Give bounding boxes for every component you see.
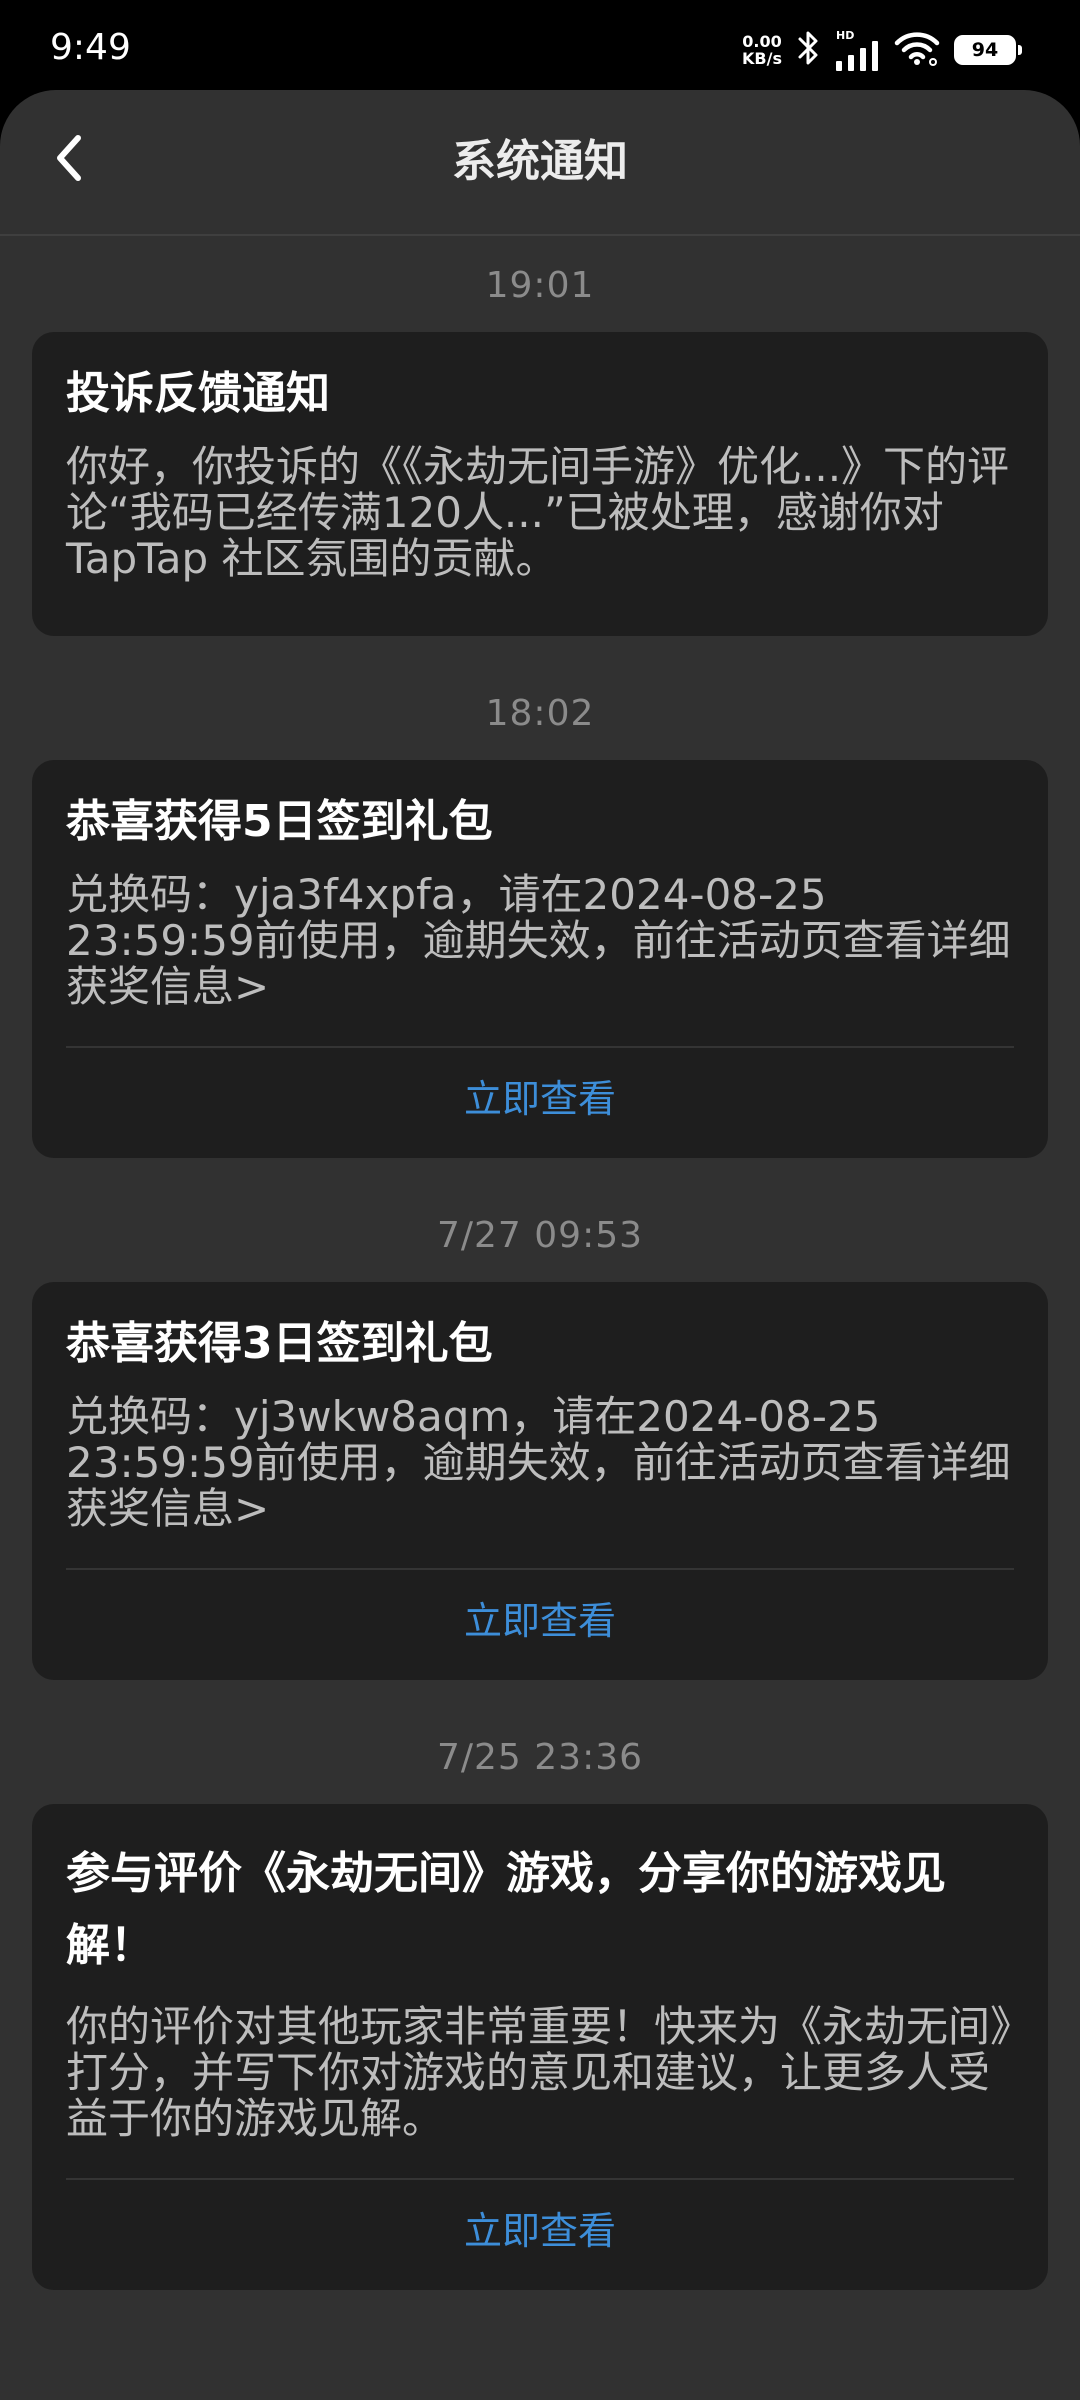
notification-time: 7/25 23:36 (436, 1737, 644, 1778)
view-now-button[interactable]: 立即查看 (66, 1048, 1014, 1158)
notification-title: 参与评价《永劫无间》游戏，分享你的游戏见解！ (66, 1848, 946, 1971)
notification-time: 7/27 09:53 (436, 1215, 644, 1256)
view-now-button[interactable]: 立即查看 (66, 1570, 1014, 1680)
notification-screen: 系统通知 19:01 投诉反馈通知 你好，你投诉的《《永劫无间手游》优化...》… (0, 90, 1080, 2400)
status-bar: 9:49 0.00 KB/s HD 94 (0, 0, 1080, 95)
nav-bar: 系统通知 (0, 90, 1080, 236)
page-title: 系统通知 (452, 136, 628, 187)
notification-time: 19:01 (485, 265, 595, 306)
battery-level: 94 (971, 39, 999, 61)
notification-body: 你好，你投诉的《《永劫无间手游》优化...》下的评论“我码已经传满120人...… (66, 442, 1010, 583)
notification-title: 恭喜获得3日签到礼包 (66, 1318, 493, 1369)
status-time: 9:49 (50, 27, 131, 68)
network-speed-unit: KB/s (742, 49, 782, 68)
notification-body: 你的评价对其他玩家非常重要！快来为《永劫无间》打分，并写下你对游戏的意见和建议，… (66, 2002, 1012, 2143)
signal-hd-label: HD (836, 28, 855, 42)
wifi-icon (894, 30, 940, 70)
status-icons: 0.00 KB/s HD 94 (742, 26, 1022, 74)
battery-icon: 94 (954, 35, 1022, 65)
notification-body[interactable]: 兑换码：yja3f4xpfa，请在2024-08-25 23:59:59前使用，… (66, 872, 1014, 1010)
notification-card[interactable]: 参与评价《永劫无间》游戏，分享你的游戏见解！ 你的评价对其他玩家非常重要！快来为… (32, 1804, 1048, 2290)
notification-title: 投诉反馈通知 (66, 368, 330, 419)
cellular-signal-icon: HD (836, 30, 880, 71)
network-speed-value: 0.00 (742, 32, 782, 51)
notification-list[interactable]: 19:01 投诉反馈通知 你好，你投诉的《《永劫无间手游》优化...》下的评论“… (0, 262, 1080, 2290)
notification-time: 18:02 (485, 693, 595, 734)
view-now-button[interactable]: 立即查看 (66, 2180, 1014, 2290)
notification-card[interactable]: 恭喜获得5日签到礼包 兑换码：yja3f4xpfa，请在2024-08-25 2… (32, 760, 1048, 1158)
notification-body[interactable]: 兑换码：yj3wkw8aqm，请在2024-08-25 23:59:59前使用，… (66, 1394, 1014, 1532)
notification-card[interactable]: 投诉反馈通知 你好，你投诉的《《永劫无间手游》优化...》下的评论“我码已经传满… (32, 332, 1048, 636)
network-speed: 0.00 KB/s (742, 33, 782, 67)
bluetooth-icon (796, 30, 822, 70)
notification-card[interactable]: 恭喜获得3日签到礼包 兑换码：yj3wkw8aqm，请在2024-08-25 2… (32, 1282, 1048, 1680)
notification-title: 恭喜获得5日签到礼包 (66, 796, 493, 847)
